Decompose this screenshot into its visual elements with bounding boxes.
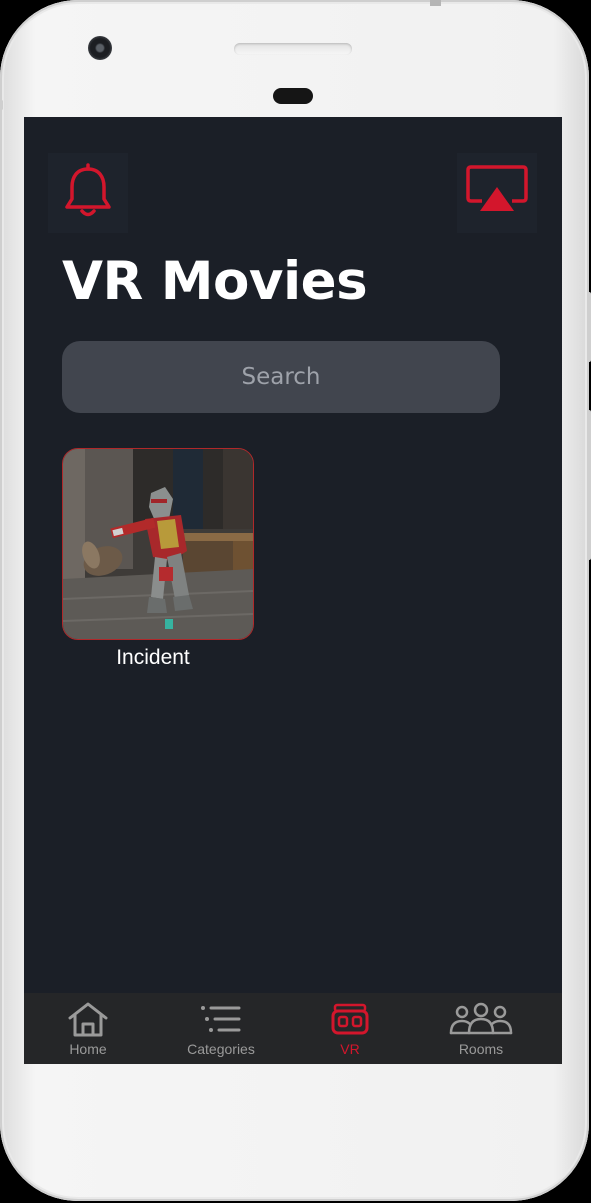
airplay-icon — [466, 165, 528, 221]
vr-headset-icon — [331, 993, 369, 1041]
bell-icon — [61, 163, 115, 223]
nav-label-vr: VR — [340, 1041, 360, 1057]
power-button — [587, 292, 591, 362]
phone-frame: VR Movies Search Incident Home Categorie… — [0, 0, 591, 1201]
nav-item-vr[interactable]: VR — [324, 993, 376, 1064]
front-camera — [88, 36, 112, 60]
movie-title: Incident — [116, 646, 190, 669]
list-icon — [199, 993, 243, 1041]
cast-button[interactable] — [457, 153, 537, 233]
proximity-sensor — [273, 88, 313, 104]
phone-top-button — [430, 0, 441, 6]
notifications-button[interactable] — [48, 153, 128, 233]
nav-item-categories[interactable]: Categories — [180, 993, 262, 1064]
search-input[interactable] — [62, 341, 500, 413]
movie-card[interactable]: Incident — [62, 448, 254, 670]
earpiece-speaker — [234, 43, 352, 55]
bottom-navigation: Home Categories VR Rooms — [24, 993, 562, 1064]
volume-button — [587, 410, 591, 560]
movie-thumbnail[interactable] — [62, 448, 254, 640]
nav-item-home[interactable]: Home — [58, 993, 118, 1064]
nav-item-rooms[interactable]: Rooms — [448, 993, 514, 1064]
left-edge-mark — [0, 100, 3, 110]
nav-label-home: Home — [69, 1041, 107, 1057]
nav-label-categories: Categories — [187, 1041, 255, 1057]
group-icon — [449, 993, 513, 1041]
page-title: VR Movies — [62, 251, 368, 312]
app-screen: VR Movies Search Incident Home Categorie… — [24, 117, 562, 1064]
movie-thumbnail-image — [63, 449, 253, 639]
home-icon — [67, 993, 109, 1041]
nav-label-rooms: Rooms — [458, 1041, 504, 1057]
